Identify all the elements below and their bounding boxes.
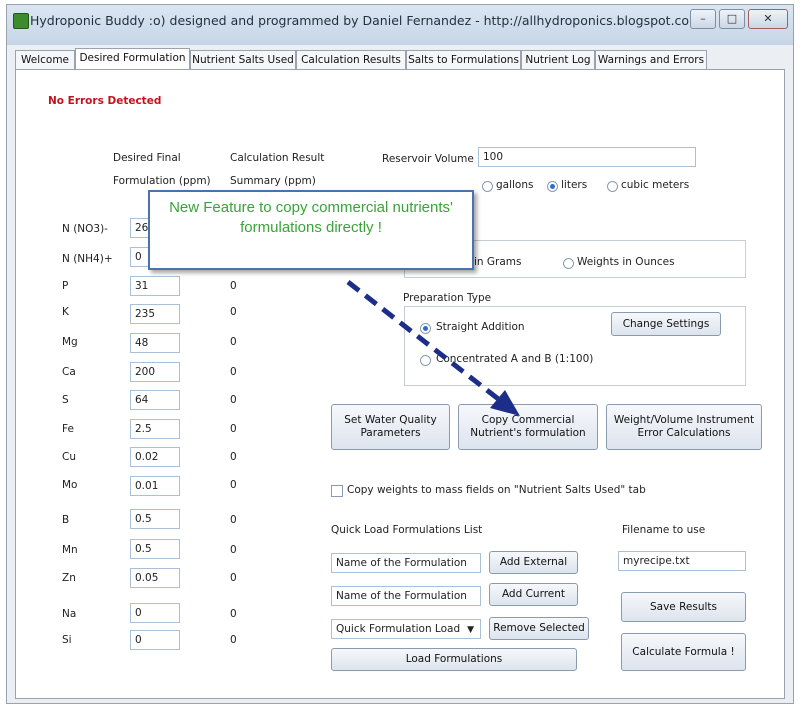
callout-arrow [346,280,520,416]
callout-arrow-line [346,280,508,407]
